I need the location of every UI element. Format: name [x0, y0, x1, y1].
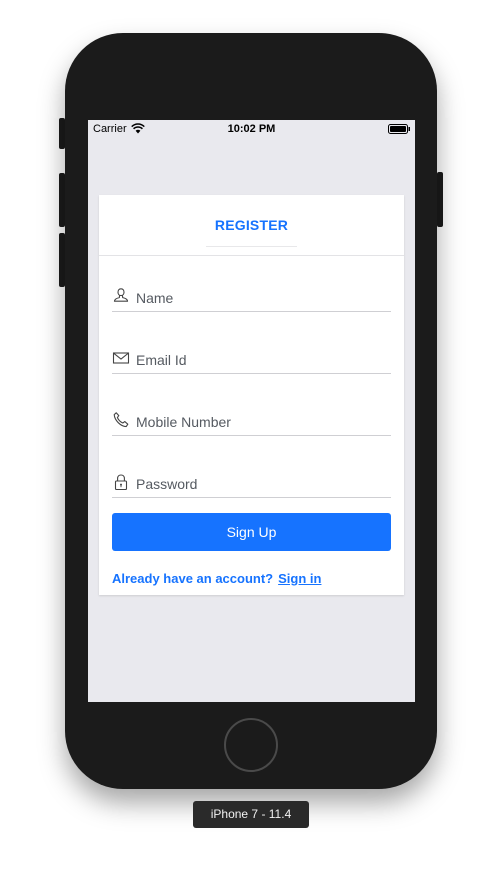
power-button	[437, 172, 443, 227]
envelope-icon	[112, 352, 130, 364]
phone-screen: Carrier 10:02 PM REGISTER Name Email Id …	[88, 120, 415, 702]
phone-icon	[113, 412, 129, 428]
home-button[interactable]	[224, 718, 278, 772]
tab-header: REGISTER	[99, 195, 404, 256]
tab-register[interactable]: REGISTER	[99, 217, 404, 233]
register-card: REGISTER Name Email Id Mobile Number Sig…	[99, 195, 404, 595]
mobile-input[interactable]	[136, 412, 386, 432]
email-field	[112, 347, 391, 374]
name-input[interactable]	[136, 288, 386, 308]
status-bar: Carrier 10:02 PM	[88, 120, 415, 138]
sign-in-prompt-row: Already have an account? Sign in	[112, 571, 321, 586]
password-field	[112, 471, 391, 498]
person-icon	[113, 288, 129, 302]
lock-icon	[114, 474, 128, 491]
sign-up-button[interactable]: Sign Up	[112, 513, 391, 551]
password-input[interactable]	[136, 474, 386, 494]
email-input[interactable]	[136, 350, 386, 370]
simulator-window: Carrier 10:02 PM REGISTER Name Email Id …	[0, 0, 502, 870]
battery-icon	[388, 124, 410, 134]
name-field	[112, 285, 391, 312]
status-time: 10:02 PM	[227, 123, 276, 135]
mobile-field	[112, 409, 391, 436]
sign-in-link[interactable]: Sign in	[278, 571, 321, 586]
device-label: iPhone 7 - 11.4	[193, 801, 309, 828]
tab-underline	[206, 246, 297, 247]
sign-in-prompt: Already have an account?	[112, 571, 274, 586]
